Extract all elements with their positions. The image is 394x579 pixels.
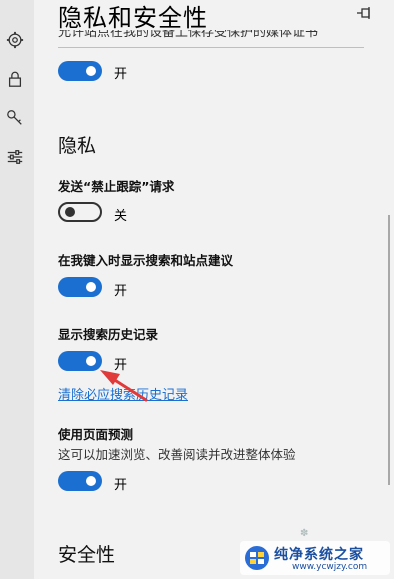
divider bbox=[58, 47, 364, 48]
toggle-knob bbox=[86, 66, 96, 76]
toggle-knob bbox=[86, 356, 96, 366]
toggle-state-text: 关 bbox=[114, 209, 128, 224]
privacy-security-panel: 隐私和安全性 允许站点在我的设备上保存受保护的媒体证书 开 隐私 发送“禁止跟踪… bbox=[34, 0, 394, 579]
toggle-knob bbox=[86, 476, 96, 486]
toggle-state-text: 开 bbox=[114, 67, 128, 82]
media-license-toggle[interactable] bbox=[58, 61, 102, 81]
suggestions-toggle[interactable] bbox=[58, 277, 102, 297]
site-watermark: 纯净系统之家 www.ycwjzy.com bbox=[240, 541, 390, 575]
media-license-description: 允许站点在我的设备上保存受保护的媒体证书 bbox=[58, 30, 319, 40]
page-prediction-label: 使用页面预测 bbox=[58, 427, 134, 442]
watermark-faint-mark: ✽ bbox=[300, 528, 309, 539]
scrollbar[interactable] bbox=[388, 215, 390, 485]
security-heading: 安全性 bbox=[58, 544, 116, 566]
toggle-state-text: 开 bbox=[114, 358, 128, 373]
watermark-url: www.ycwjzy.com bbox=[292, 562, 368, 572]
watermark-title: 纯净系统之家 bbox=[274, 547, 364, 563]
toggle-knob bbox=[86, 282, 96, 292]
toggle-knob bbox=[65, 207, 75, 217]
page-prediction-toggle[interactable] bbox=[58, 471, 102, 491]
page-prediction-description: 这可以加速浏览、改善阅读并改进整体体验 bbox=[58, 447, 296, 462]
clear-bing-history-link[interactable]: 清除必应搜索历史记录 bbox=[58, 384, 188, 403]
gear-icon[interactable] bbox=[5, 30, 25, 50]
history-label: 显示搜索历史记录 bbox=[58, 327, 159, 342]
toggle-state-text: 开 bbox=[114, 478, 128, 493]
sliders-icon[interactable] bbox=[5, 147, 25, 167]
suggestions-label: 在我键入时显示搜索和站点建议 bbox=[58, 253, 234, 268]
dnt-label: 发送“禁止跟踪”请求 bbox=[58, 179, 175, 194]
privacy-heading: 隐私 bbox=[58, 135, 97, 157]
toggle-state-text: 开 bbox=[114, 284, 128, 299]
lock-icon[interactable] bbox=[5, 69, 25, 89]
search-history-toggle[interactable] bbox=[58, 351, 102, 371]
pin-icon[interactable] bbox=[356, 6, 374, 20]
page-title: 隐私和安全性 bbox=[58, 4, 208, 32]
watermark-logo bbox=[245, 546, 269, 570]
settings-sidebar bbox=[0, 0, 34, 579]
dnt-toggle[interactable] bbox=[58, 202, 102, 222]
key-icon[interactable] bbox=[5, 108, 25, 128]
